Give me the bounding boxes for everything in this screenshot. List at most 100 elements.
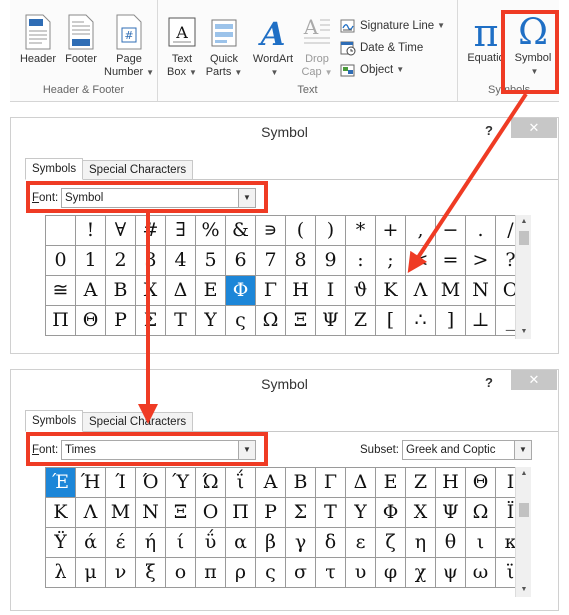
symbol-cell[interactable]: ⊥: [466, 306, 496, 336]
symbol-cell[interactable]: έ: [106, 528, 136, 558]
symbol-cell[interactable]: χ: [406, 558, 436, 588]
symbol-cell[interactable]: Ρ: [106, 306, 136, 336]
symbol-cell[interactable]: Δ: [166, 276, 196, 306]
symbol-cell[interactable]: −: [436, 216, 466, 246]
symbol-cell[interactable]: ά: [76, 528, 106, 558]
symbol-cell[interactable]: α: [226, 528, 256, 558]
symbol-cell[interactable]: ρ: [226, 558, 256, 588]
symbol-cell[interactable]: Ρ: [256, 498, 286, 528]
symbol-cell[interactable]: Α: [76, 276, 106, 306]
symbol-cell[interactable]: ϑ: [346, 276, 376, 306]
symbol-cell[interactable]: ς: [256, 558, 286, 588]
help-icon[interactable]: ?: [485, 123, 493, 138]
symbol-cell[interactable]: ψ: [436, 558, 466, 588]
symbol-cell[interactable]: Φ: [226, 276, 256, 306]
symbol-cell[interactable]: Η: [286, 276, 316, 306]
symbol-cell[interactable]: Θ: [466, 468, 496, 498]
symbol-cell[interactable]: Θ: [76, 306, 106, 336]
help-icon[interactable]: ?: [485, 375, 493, 390]
symbol-cell[interactable]: Χ: [136, 276, 166, 306]
symbol-cell[interactable]: σ: [286, 558, 316, 588]
symbol-cell[interactable]: μ: [76, 558, 106, 588]
symbol-cell[interactable]: ∍: [256, 216, 286, 246]
symbol-cell[interactable]: ί: [166, 528, 196, 558]
symbol-cell[interactable]: φ: [376, 558, 406, 588]
symbol-cell[interactable]: Α: [256, 468, 286, 498]
symbol-cell[interactable]: ]: [436, 306, 466, 336]
symbol-cell[interactable]: .: [466, 216, 496, 246]
symbol-cell[interactable]: Σ: [286, 498, 316, 528]
symbol-cell[interactable]: ≅: [46, 276, 76, 306]
symbol-cell[interactable]: Ψ: [436, 498, 466, 528]
symbol-cell[interactable]: Υ: [346, 498, 376, 528]
symbol-cell[interactable]: Τ: [316, 498, 346, 528]
symbol-cell[interactable]: Υ: [196, 306, 226, 336]
object-button[interactable]: Object ▼: [340, 61, 404, 78]
grid-scrollbar[interactable]: ▲ ▼: [515, 215, 531, 339]
symbol-cell[interactable]: Μ: [106, 498, 136, 528]
scroll-thumb[interactable]: [519, 503, 529, 517]
tab-symbols[interactable]: Symbols: [25, 158, 84, 180]
page-number-button[interactable]: # Page Number ▼: [104, 14, 154, 79]
symbol-cell[interactable]: Ζ: [406, 468, 436, 498]
quick-parts-button[interactable]: Quick Parts ▼: [204, 14, 244, 79]
symbol-cell[interactable]: Ζ: [346, 306, 376, 336]
symbol-cell[interactable]: *: [346, 216, 376, 246]
symbol-cell[interactable]: 8: [286, 246, 316, 276]
symbol-cell[interactable]: <: [406, 246, 436, 276]
tab-symbols[interactable]: Symbols: [25, 410, 84, 432]
symbol-cell[interactable]: Λ: [406, 276, 436, 306]
symbol-cell[interactable]: Γ: [256, 276, 286, 306]
scroll-up-icon[interactable]: ▲: [516, 215, 532, 229]
symbol-cell[interactable]: Έ: [46, 468, 76, 498]
symbol-cell[interactable]: =: [436, 246, 466, 276]
close-icon[interactable]: ✕: [511, 370, 557, 390]
header-button[interactable]: Header: [14, 14, 62, 66]
symbol-cell[interactable]: ν: [106, 558, 136, 588]
symbol-cell[interactable]: ,: [406, 216, 436, 246]
symbol-cell[interactable]: Ο: [196, 498, 226, 528]
symbol-cell[interactable]: Φ: [376, 498, 406, 528]
symbol-cell[interactable]: ι: [466, 528, 496, 558]
symbol-cell[interactable]: %: [196, 216, 226, 246]
symbol-cell[interactable]: ε: [346, 528, 376, 558]
symbol-cell[interactable]: δ: [316, 528, 346, 558]
symbol-cell[interactable]: &: [226, 216, 256, 246]
grid-scrollbar[interactable]: ▲ ▼: [515, 467, 531, 597]
symbol-cell[interactable]: Ή: [76, 468, 106, 498]
symbol-cell[interactable]: ∀: [106, 216, 136, 246]
symbol-cell[interactable]: Κ: [376, 276, 406, 306]
symbol-cell[interactable]: Ύ: [166, 468, 196, 498]
symbol-cell[interactable]: ς: [226, 306, 256, 336]
symbol-cell[interactable]: :: [346, 246, 376, 276]
close-icon[interactable]: ✕: [511, 118, 557, 138]
tab-special-characters[interactable]: Special Characters: [82, 160, 194, 180]
signature-line-button[interactable]: Signature Line ▼: [340, 17, 445, 34]
subset-select[interactable]: Greek and Coptic ▼: [402, 440, 532, 460]
symbol-cell[interactable]: Ν: [136, 498, 166, 528]
symbol-cell[interactable]: Β: [106, 276, 136, 306]
symbol-cell[interactable]: υ: [346, 558, 376, 588]
symbol-cell[interactable]: Σ: [136, 306, 166, 336]
symbol-cell[interactable]: Η: [436, 468, 466, 498]
symbol-cell[interactable]: ∃: [166, 216, 196, 246]
symbol-cell[interactable]: π: [196, 558, 226, 588]
symbol-cell[interactable]: Ϋ: [46, 528, 76, 558]
symbol-cell[interactable]: ): [316, 216, 346, 246]
chevron-down-icon[interactable]: ▼: [514, 441, 531, 459]
tab-special-characters[interactable]: Special Characters: [82, 412, 194, 432]
symbol-cell[interactable]: Ν: [466, 276, 496, 306]
symbol-cell[interactable]: ζ: [376, 528, 406, 558]
symbol-cell[interactable]: [46, 216, 76, 246]
symbol-cell[interactable]: θ: [436, 528, 466, 558]
symbol-cell[interactable]: Ψ: [316, 306, 346, 336]
scroll-down-icon[interactable]: ▼: [516, 325, 532, 339]
symbol-cell[interactable]: 5: [196, 246, 226, 276]
date-time-button[interactable]: Date & Time: [340, 39, 423, 56]
symbol-cell[interactable]: Ξ: [286, 306, 316, 336]
symbol-cell[interactable]: τ: [316, 558, 346, 588]
symbol-cell[interactable]: Ό: [136, 468, 166, 498]
symbol-cell[interactable]: 0: [46, 246, 76, 276]
symbol-cell[interactable]: [: [376, 306, 406, 336]
drop-cap-button[interactable]: A Drop Cap ▼: [300, 14, 334, 79]
